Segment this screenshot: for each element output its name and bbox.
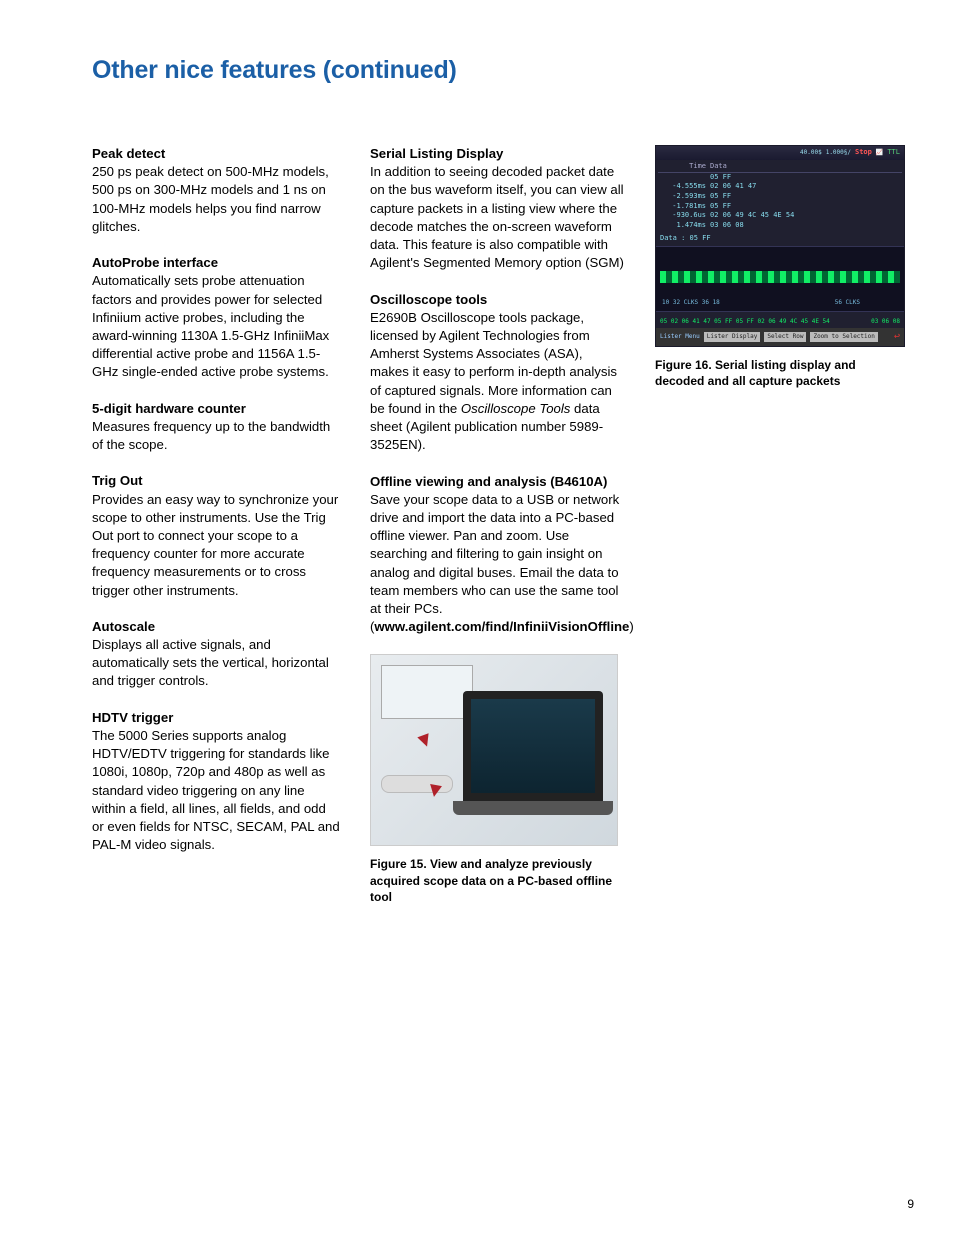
arrow-icon [428,785,442,799]
scope-listing-table: Time Data 05 FF -4.555ms02 06 41 47 -2.5… [658,162,902,231]
heading: Oscilloscope tools [370,292,487,307]
figure-16-caption: Figure 16. Serial listing display and de… [655,357,905,389]
body-text: E2690B Oscilloscope tools package, licen… [370,310,617,453]
scope-scale: 40.00$ [800,149,822,157]
page-number: 9 [907,1197,914,1211]
table-row: -2.593ms05 FF [658,192,902,202]
scope-stop-label: Stop [855,148,872,158]
body-text: Measures frequency up to the bandwidth o… [92,419,330,452]
section-peak-detect: Peak detect 250 ps peak detect on 500-MH… [92,145,340,236]
section-offline-viewing: Offline viewing and analysis (B4610A) Sa… [370,473,625,637]
menu-btn-lister-display: Lister Display [704,332,761,342]
menu-btn-zoom-selection: Zoom to Selection [810,332,877,342]
heading: Autoscale [92,619,155,634]
figure-16-image: 40.00$ 1.000§/ Stop 📈 TTL Time Data 05 F… [655,145,905,347]
table-row: -930.6us02 06 49 4C 45 4E 54 [658,211,902,221]
body-text: Displays all active signals, and automat… [92,637,329,688]
heading: Peak detect [92,146,165,161]
figure-15-image [370,654,618,846]
content-columns: Peak detect 250 ps peak detect on 500-MH… [92,145,914,905]
section-oscilloscope-tools: Oscilloscope tools E2690B Oscilloscope t… [370,291,625,455]
menu-title: Lister Menu [660,333,700,341]
laptop-screen-icon [471,699,595,793]
laptop-icon [463,691,603,801]
section-hdtv-trigger: HDTV trigger The 5000 Series supports an… [92,709,340,855]
section-autoprobe: AutoProbe interface Automatically sets p… [92,254,340,382]
heading: 5-digit hardware counter [92,401,246,416]
scope-data-label: Data : 05 FF [660,234,711,244]
heading: Trig Out [92,473,143,488]
scope-timebase: 1.000§/ [826,149,851,157]
scope-topbar: 40.00$ 1.000§/ Stop 📈 TTL [656,146,904,160]
section-hw-counter: 5-digit hardware counter Measures freque… [92,400,340,455]
arrow-icon [417,734,432,749]
figure-15: Figure 15. View and analyze previously a… [370,654,625,905]
column-1: Peak detect 250 ps peak detect on 500-MH… [92,145,340,905]
column-2: Serial Listing Display In addition to se… [370,145,625,905]
table-header: Time Data [658,162,902,173]
section-trig-out: Trig Out Provides an easy way to synchro… [92,472,340,600]
heading: HDTV trigger [92,710,173,725]
table-row: -1.781ms05 FF [658,202,902,212]
section-autoscale: Autoscale Displays all active signals, a… [92,618,340,691]
body-text: Provides an easy way to synchronize your… [92,492,338,598]
back-arrow-icon: ↩ [894,330,900,344]
body-text: The 5000 Series supports analog HDTV/EDT… [92,728,340,852]
page: Other nice features (continued) Peak det… [0,0,954,1235]
body-text: Save your scope data to a USB or network… [370,492,634,635]
menu-btn-select-row: Select Row [764,332,806,342]
table-row: 05 FF [658,173,902,183]
clk-label: 10 32 CLKS 36 18 [662,299,720,307]
probe-icon [381,775,453,793]
heading: AutoProbe interface [92,255,218,270]
scope-hex-decode: 05 02 06 41 47 05 FF 05 FF 02 06 49 4C 4… [660,318,900,326]
col-time: Time [658,162,706,172]
body-text: In addition to seeing decoded packet dat… [370,164,624,270]
scope-trigger-icon: 📈 [876,149,883,157]
column-3: 40.00$ 1.000§/ Stop 📈 TTL Time Data 05 F… [655,145,905,905]
clk-label: 56 CLKS [835,299,860,307]
hex-right: 03 06 08 [871,318,900,326]
scope-menu-bar: Lister Menu Lister Display Select Row Zo… [656,328,904,346]
col-data: Data [710,162,727,172]
figure-15-caption: Figure 15. View and analyze previously a… [370,856,625,905]
oscilloscope-icon [381,665,473,719]
scope-ttl-label: TTL [887,148,900,158]
page-title: Other nice features (continued) [92,56,914,85]
body-text: Automatically sets probe attenuation fac… [92,273,329,379]
body-text: 250 ps peak detect on 500-MHz models, 50… [92,164,329,234]
scope-waveform: 10 32 CLKS 36 18 56 CLKS [656,246,904,312]
heading: Offline viewing and analysis (B4610A) [370,474,607,489]
table-row: 1.474ms03 06 08 [658,221,902,231]
bus-signal-icon [660,271,900,283]
hex-left: 05 02 06 41 47 05 FF 05 FF 02 06 49 4C 4… [660,318,830,326]
table-row: -4.555ms02 06 41 47 [658,182,902,192]
heading: Serial Listing Display [370,146,503,161]
section-serial-listing: Serial Listing Display In addition to se… [370,145,625,273]
figure-16: 40.00$ 1.000§/ Stop 📈 TTL Time Data 05 F… [655,145,905,389]
